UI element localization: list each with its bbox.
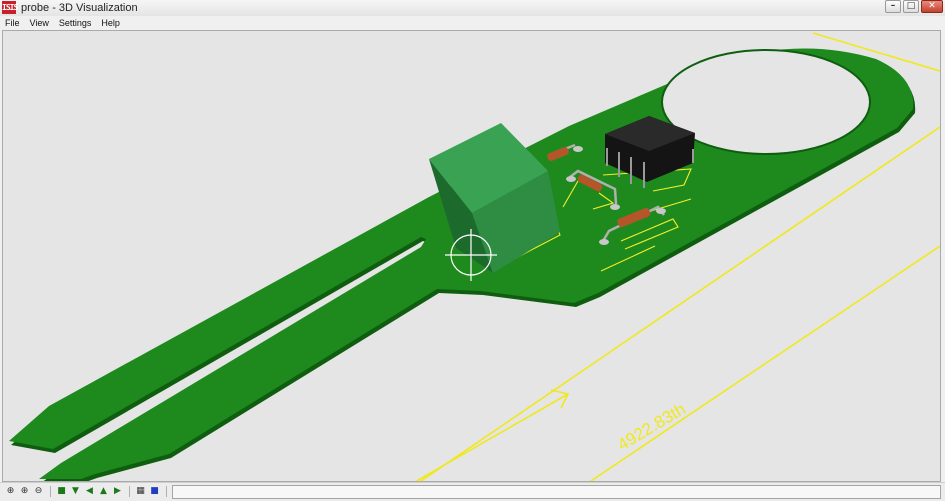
menu-help[interactable]: Help (96, 16, 125, 30)
pcb-3d-scene[interactable]: 4922.83th (3, 31, 941, 482)
3d-viewport[interactable]: 4922.83th (2, 30, 941, 482)
menu-settings[interactable]: Settings (54, 16, 97, 30)
view-bottom-icon[interactable]: ▼ (70, 486, 81, 497)
status-bar: ⊕ ⊕ ⊖ ■ ▼ ◀ ▲ ▶ ▦ ■ (0, 482, 945, 501)
menu-view[interactable]: View (25, 16, 54, 30)
menu-file[interactable]: File (0, 16, 25, 30)
status-text-field (172, 485, 941, 499)
app-logo-icon: ISIS (2, 1, 18, 14)
toolbar-separator (166, 486, 167, 497)
close-button[interactable]: ✕ (921, 0, 943, 13)
toolbar-separator (129, 486, 130, 497)
pan-icon[interactable]: ⊕ (5, 486, 16, 497)
view-right-icon[interactable]: ▶ (112, 486, 123, 497)
menu-bar: File View Settings Help (0, 16, 945, 30)
maximize-button[interactable]: □ (903, 0, 919, 13)
dimension-label: 4922.83th (614, 399, 689, 454)
view-left-icon[interactable]: ◀ (84, 486, 95, 497)
toolbar-separator (50, 486, 51, 497)
window-title: probe - 3D Visualization (21, 2, 138, 14)
minimize-button[interactable]: – (885, 0, 901, 13)
zoom-in-icon[interactable]: ⊕ (19, 486, 30, 497)
window-controls: – □ ✕ (883, 0, 943, 15)
view-fit-icon[interactable]: ▦ (135, 486, 146, 497)
color-select-icon[interactable]: ■ (149, 486, 160, 497)
app-window: ISIS probe - 3D Visualization – □ ✕ File… (0, 0, 945, 501)
view-top-icon[interactable]: ■ (56, 486, 67, 497)
zoom-out-icon[interactable]: ⊖ (33, 486, 44, 497)
view-front-icon[interactable]: ▲ (98, 486, 109, 497)
title-bar[interactable]: ISIS probe - 3D Visualization – □ ✕ (0, 0, 945, 17)
